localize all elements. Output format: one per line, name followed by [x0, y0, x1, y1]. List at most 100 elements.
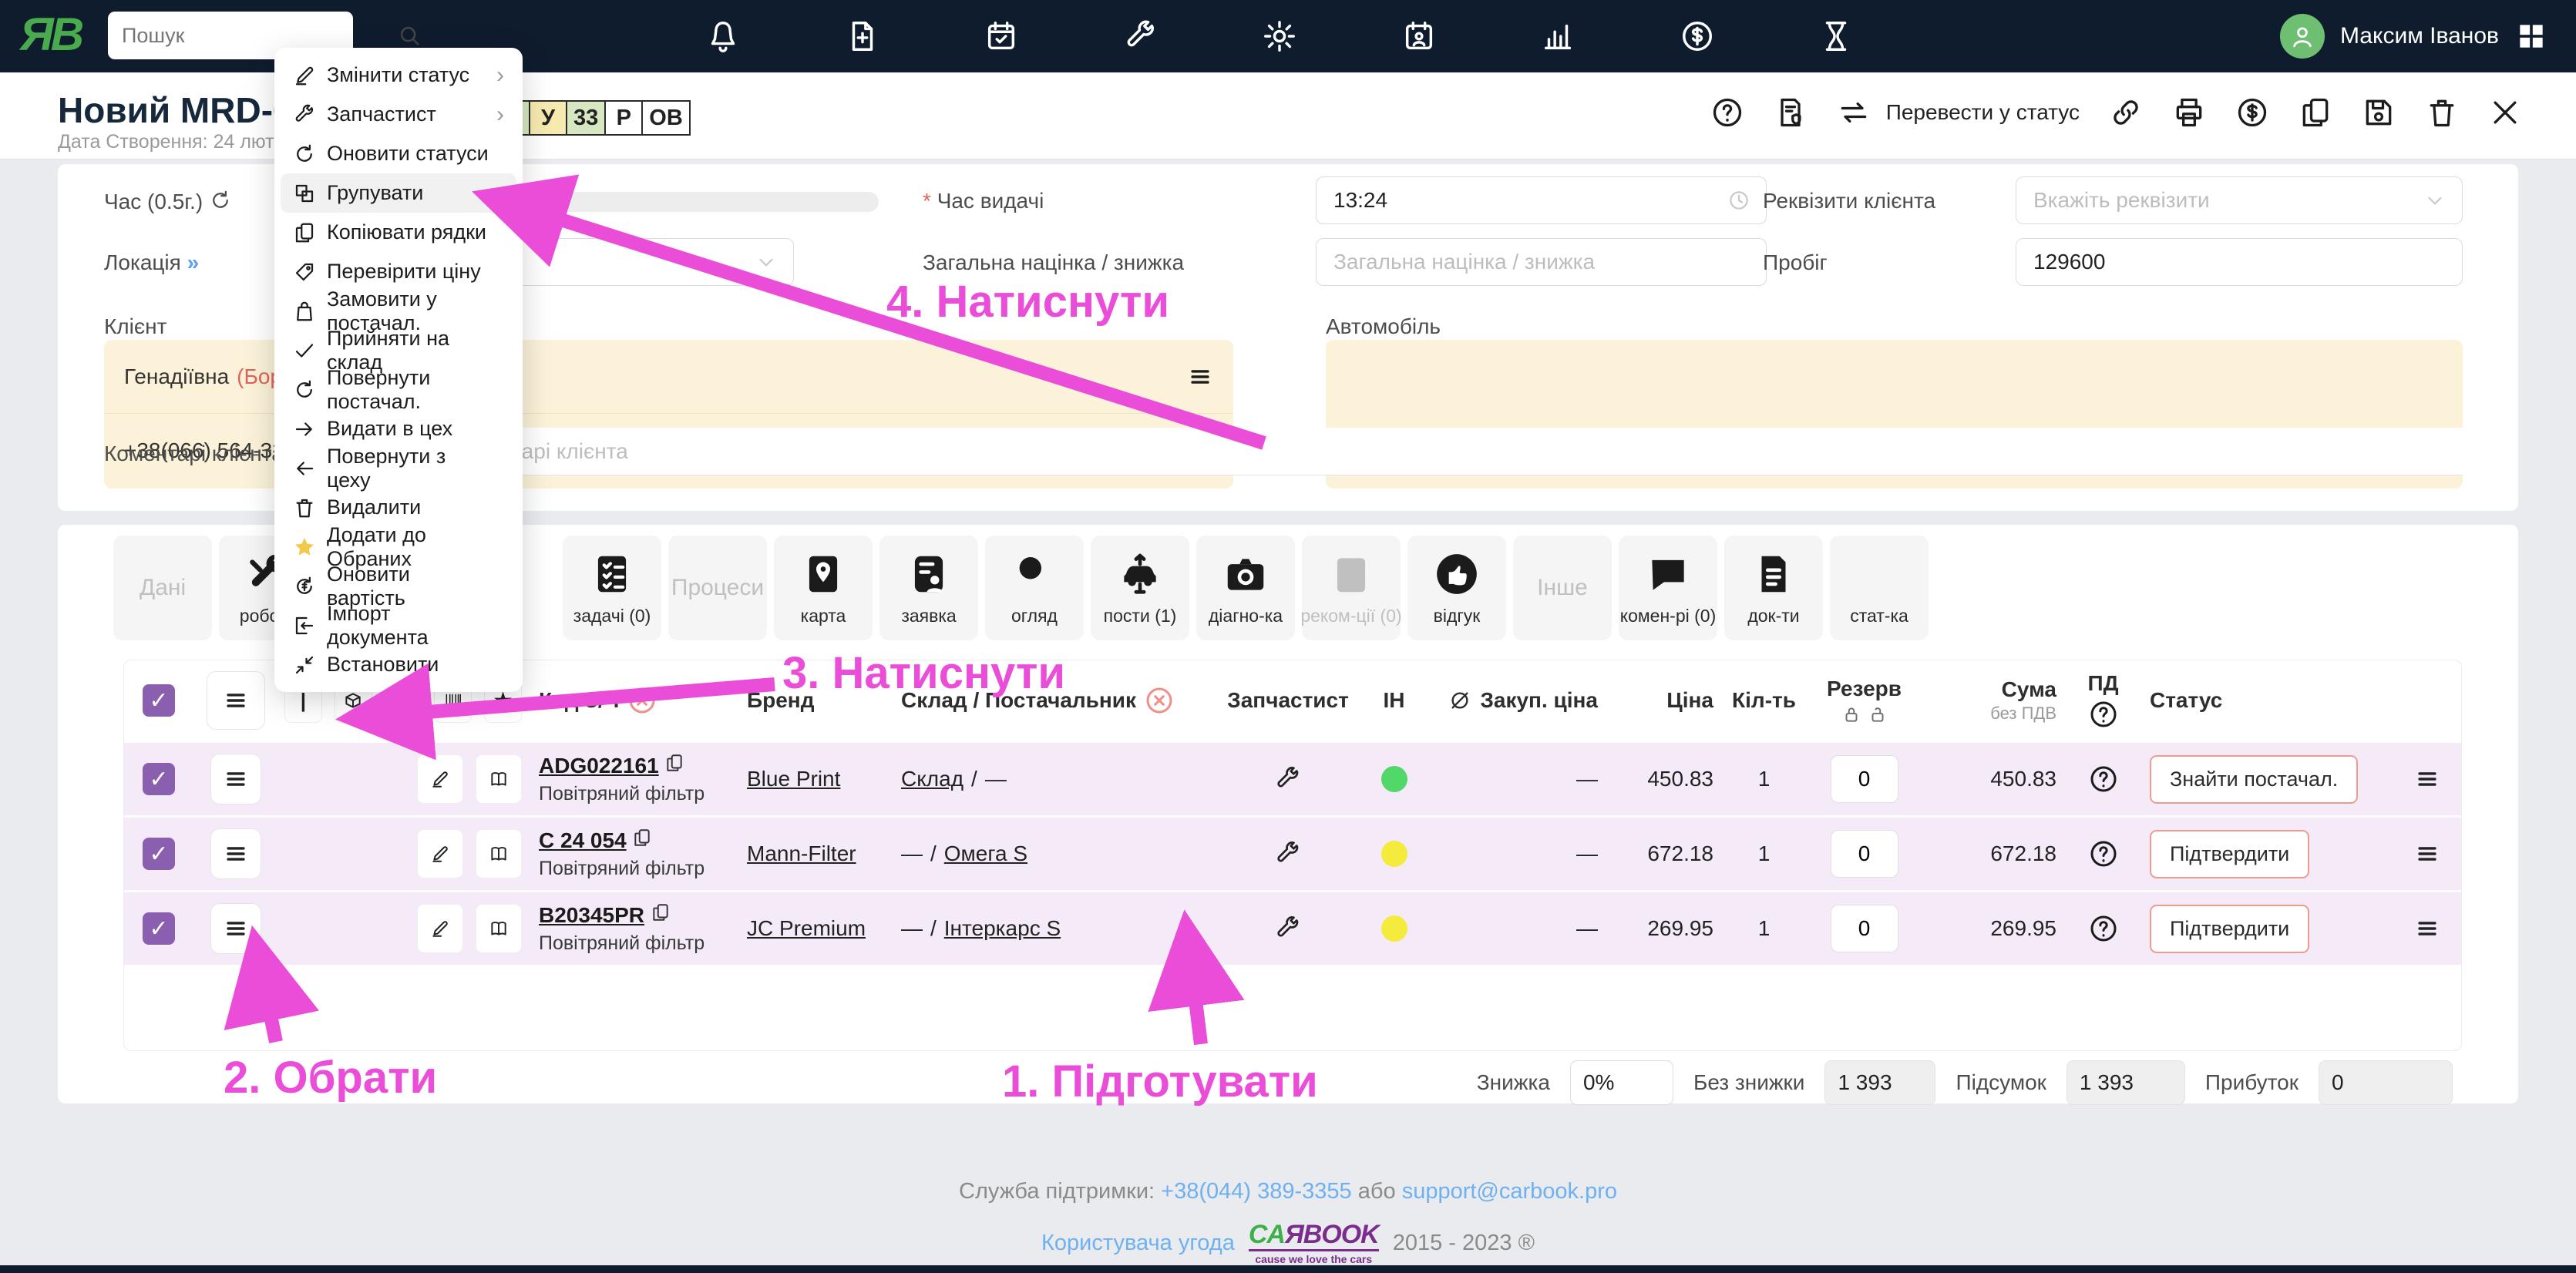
select-all-checkbox[interactable]: ✓ [143, 684, 175, 717]
supplier-cell[interactable]: —/Інтеркарс S [895, 916, 1219, 941]
quantity[interactable]: 1 [1758, 841, 1771, 866]
tab[interactable]: Інше [1513, 536, 1612, 640]
reserve-input[interactable] [1831, 830, 1898, 878]
menu-item[interactable]: Перевірити ціну [281, 252, 516, 291]
row-menu-button[interactable] [210, 754, 261, 804]
brand-link[interactable]: Blue Print [747, 767, 840, 791]
save-icon[interactable] [2362, 96, 2396, 129]
search-icon[interactable] [396, 22, 422, 49]
document-check-icon[interactable] [1774, 96, 1808, 129]
part-code-link[interactable]: C 24 054 [539, 828, 627, 852]
menu-item[interactable]: Прийняти на склад [281, 331, 516, 370]
tab[interactable]: карта [774, 536, 873, 640]
row-menu-button[interactable] [210, 903, 261, 954]
user-area[interactable]: Максим Іванов [2280, 0, 2548, 72]
menu-item[interactable]: Замовити у постачал. [281, 291, 516, 331]
copy-code-icon[interactable] [632, 828, 652, 848]
menu-item[interactable]: Повернути з цеху [281, 448, 516, 488]
status-button[interactable]: Підтвердити [2150, 830, 2309, 878]
menu-item[interactable]: Запчастист › [281, 95, 516, 134]
location-expand-icon[interactable]: » [187, 250, 200, 274]
part-code-link[interactable]: B20345PR [539, 903, 644, 927]
new-document-icon[interactable] [845, 18, 880, 54]
print-icon[interactable] [2172, 96, 2206, 129]
parts-wrench-icon[interactable] [1274, 915, 1302, 942]
mileage-input[interactable] [2016, 238, 2463, 286]
menu-item[interactable]: Імпорт документа [281, 606, 516, 645]
menu-item[interactable]: Повернути постачал. [281, 370, 516, 409]
supplier-cell[interactable]: —/Омега S [895, 841, 1219, 866]
discount-input[interactable] [1570, 1060, 1673, 1105]
row-checkbox[interactable]: ✓ [143, 838, 175, 870]
finance-icon[interactable] [1680, 18, 1715, 54]
menu-item[interactable]: Копіювати рядки [281, 213, 516, 252]
menu-item[interactable]: Групувати [281, 173, 516, 213]
markup-input[interactable] [1316, 238, 1767, 286]
tab[interactable]: огляд [985, 536, 1084, 640]
planner-icon[interactable] [984, 18, 1019, 54]
edit-icon[interactable] [417, 754, 463, 804]
col-code[interactable]: Код З/Ч [539, 688, 619, 713]
menu-item[interactable]: Видалити [281, 488, 516, 527]
user-agreement-link[interactable]: Користувача угода [1041, 1231, 1235, 1256]
clear-code-filter-icon[interactable] [627, 685, 657, 716]
row-more-icon[interactable] [2414, 915, 2440, 942]
clients-icon[interactable] [1401, 18, 1437, 54]
menu-item[interactable]: Встановити [281, 645, 516, 684]
lock-icon[interactable] [1841, 704, 1861, 724]
tab[interactable]: док-ти [1724, 536, 1823, 640]
tab[interactable]: комен-рі (0) [1619, 536, 1717, 640]
requisites-select[interactable] [2016, 176, 2463, 224]
catalog-icon[interactable] [476, 829, 522, 878]
avatar[interactable] [2280, 14, 2325, 59]
copy-code-icon[interactable] [651, 902, 671, 922]
vat-row-help-icon[interactable] [2088, 764, 2119, 794]
col-parts[interactable]: Запчастист [1227, 688, 1349, 713]
vat-row-help-icon[interactable] [2088, 838, 2119, 869]
col-qty[interactable]: Кіл-ть [1732, 688, 1796, 713]
col-reserve[interactable]: Резерв [1827, 677, 1902, 701]
tab[interactable]: пости (1) [1091, 536, 1189, 640]
tab[interactable]: задачі (0) [563, 536, 661, 640]
edit-icon[interactable] [417, 829, 463, 878]
issue-time-input[interactable] [1316, 176, 1767, 224]
duplicate-icon[interactable] [2299, 96, 2332, 129]
reports-icon[interactable] [1540, 18, 1576, 54]
edit-icon[interactable] [417, 904, 463, 953]
col-vat[interactable]: ПД [2087, 671, 2118, 696]
table-menu-button[interactable] [207, 671, 265, 730]
catalog-icon[interactable] [476, 904, 522, 953]
tab[interactable]: Процеси [668, 536, 767, 640]
app-logo[interactable]: ЯВ [20, 8, 81, 61]
support-email-link[interactable]: support@carbook.pro [1402, 1179, 1617, 1204]
menu-item[interactable]: Оновити статуси [281, 134, 516, 173]
tab[interactable]: реком-ції (0) [1302, 536, 1401, 640]
col-in[interactable]: ІН [1384, 688, 1405, 713]
col-sum[interactable]: Сума [2002, 677, 2056, 702]
parts-wrench-icon[interactable] [1274, 840, 1302, 868]
client-menu-icon[interactable] [1187, 364, 1213, 390]
row-more-icon[interactable] [2414, 841, 2440, 867]
user-name[interactable]: Максим Іванов [2340, 23, 2499, 49]
workshop-icon[interactable] [1123, 18, 1159, 54]
tab[interactable]: заявка [879, 536, 978, 640]
apps-grid-icon[interactable] [2514, 19, 2548, 53]
reserve-input[interactable] [1831, 905, 1898, 952]
history-icon[interactable] [1818, 18, 1854, 54]
menu-item[interactable]: Видати в цех [281, 409, 516, 448]
col-price[interactable]: Ціна [1666, 688, 1713, 713]
tab[interactable]: Дані [113, 536, 212, 640]
close-icon[interactable] [2488, 96, 2522, 129]
help-icon[interactable] [1710, 96, 1744, 129]
clear-supplier-filter-icon[interactable] [1144, 685, 1175, 716]
notifications-icon[interactable] [705, 18, 741, 54]
brand-link[interactable]: Mann-Filter [747, 841, 856, 866]
parts-wrench-icon[interactable] [1274, 765, 1302, 793]
hide-purchase-icon[interactable] [1448, 688, 1472, 713]
support-phone-link[interactable]: +38(044) 389-3355 [1161, 1179, 1352, 1204]
vat-row-help-icon[interactable] [2088, 913, 2119, 944]
delete-icon[interactable] [2425, 96, 2459, 129]
vat-help-icon[interactable] [2088, 699, 2119, 730]
menu-item[interactable]: Змінити статус › [281, 55, 516, 95]
lock-open-icon[interactable] [1868, 704, 1888, 724]
